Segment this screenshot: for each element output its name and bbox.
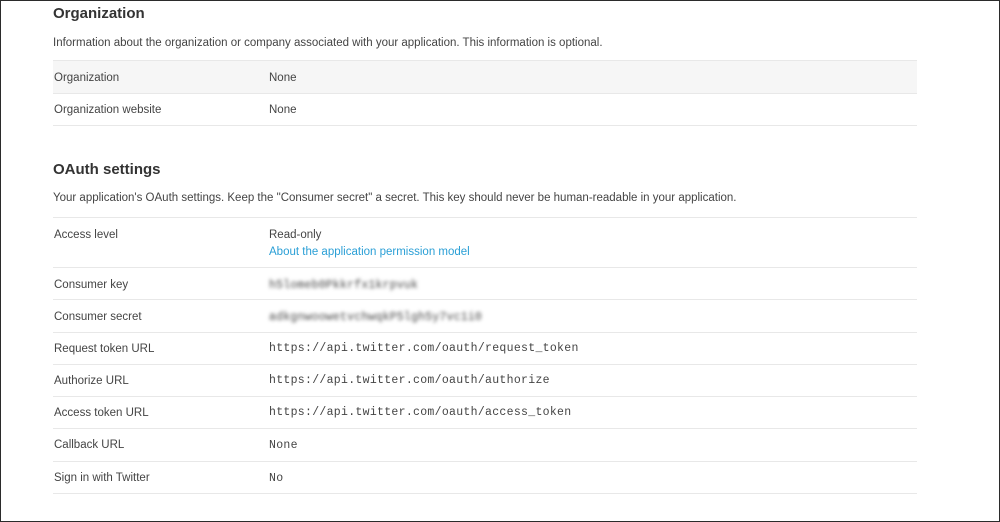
table-row-consumer-secret: Consumer secret adkgnwoowetvchwqkP5lgh5y…	[53, 300, 917, 333]
authorize-url-label: Authorize URL	[54, 375, 129, 387]
authorize-url-value: https://api.twitter.com/oauth/authorize	[269, 374, 550, 387]
table-row-organization: Organization None	[53, 61, 917, 94]
request-token-url-label: Request token URL	[54, 343, 155, 355]
sign-in-with-twitter-label: Sign in with Twitter	[54, 472, 150, 484]
permission-model-link[interactable]: About the application permission model	[269, 244, 470, 260]
table-row-access-token-url: Access token URL https://api.twitter.com…	[53, 397, 917, 429]
access-level-value-group: Read-only About the application permissi…	[269, 227, 470, 260]
table-row-access-level: Access level Read-only About the applica…	[53, 218, 917, 268]
oauth-section-header: OAuth settings Your application's OAuth …	[53, 160, 917, 206]
organization-website-value: None	[269, 104, 297, 116]
table-row-sign-in-with-twitter: Sign in with Twitter No	[53, 462, 917, 494]
access-token-url-value: https://api.twitter.com/oauth/access_tok…	[269, 406, 572, 419]
callback-url-value: None	[269, 439, 298, 452]
organization-section-header: Organization Information about the organ…	[53, 4, 917, 51]
oauth-title: OAuth settings	[53, 161, 161, 178]
access-level-label: Access level	[54, 229, 118, 241]
organization-description: Information about the organization or co…	[53, 37, 603, 49]
table-row-request-token-url: Request token URL https://api.twitter.co…	[53, 333, 917, 365]
oauth-table: Access level Read-only About the applica…	[53, 217, 917, 494]
app-settings-page: Organization Information about the organ…	[0, 0, 1000, 522]
organization-value: None	[269, 72, 297, 84]
consumer-key-value: h5lomeb0Pkkrfx1krpvuk	[269, 279, 419, 292]
table-row-consumer-key: Consumer key h5lomeb0Pkkrfx1krpvuk	[53, 268, 917, 300]
consumer-secret-value: adkgnwoowetvchwqkP5lgh5y7vc1i0	[269, 311, 483, 324]
organization-title: Organization	[53, 5, 145, 22]
oauth-description: Your application's OAuth settings. Keep …	[53, 192, 737, 204]
callback-url-label: Callback URL	[54, 439, 125, 451]
table-row-authorize-url: Authorize URL https://api.twitter.com/oa…	[53, 365, 917, 397]
table-row-organization-website: Organization website None	[53, 94, 917, 126]
organization-label: Organization	[54, 72, 120, 84]
request-token-url-value: https://api.twitter.com/oauth/request_to…	[269, 342, 579, 355]
access-level-value: Read-only	[269, 229, 322, 241]
sign-in-with-twitter-value: No	[269, 472, 284, 485]
organization-website-label: Organization website	[54, 104, 162, 116]
table-row-callback-url: Callback URL None	[53, 429, 917, 462]
consumer-secret-label: Consumer secret	[54, 311, 142, 323]
consumer-key-label: Consumer key	[54, 279, 129, 291]
access-token-url-label: Access token URL	[54, 407, 149, 419]
organization-table: Organization None Organization website N…	[53, 60, 917, 126]
